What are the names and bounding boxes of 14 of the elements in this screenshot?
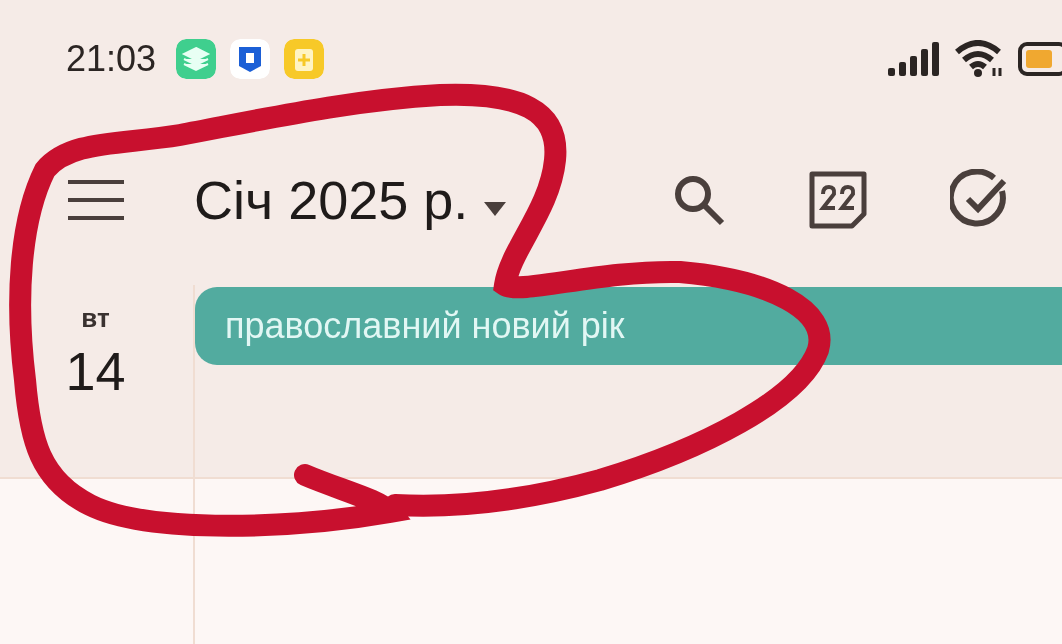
battery-icon (1018, 41, 1062, 76)
shield-app-icon (230, 38, 271, 79)
status-time: 21:03 (66, 37, 157, 80)
search-icon[interactable] (672, 173, 726, 227)
layers-app-icon (176, 38, 217, 79)
signal-icon (888, 41, 940, 76)
date-number[interactable]: 14 (65, 340, 126, 402)
battery-app-icon (284, 38, 325, 79)
calendar-today-icon[interactable] (808, 170, 868, 230)
menu-icon[interactable] (68, 180, 124, 220)
month-title[interactable]: Січ 2025 р. (194, 169, 469, 231)
weekday-label: вт (81, 303, 110, 334)
dropdown-caret-icon[interactable] (484, 202, 507, 216)
wifi-icon (954, 39, 1004, 78)
